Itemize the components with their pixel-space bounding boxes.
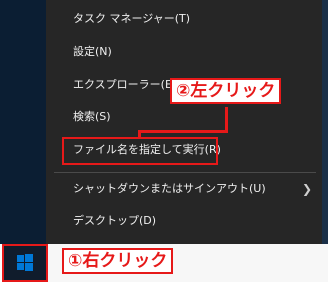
menu-separator	[54, 172, 316, 173]
menu-item-label: デスクトップ(D)	[73, 214, 157, 227]
menu-item-label: 検索(S)	[73, 110, 111, 123]
run-highlight-box	[62, 137, 218, 165]
menu-item-settings[interactable]: 設定(N)	[46, 40, 322, 64]
menu-item-label: 設定(N)	[73, 45, 112, 58]
menu-item-desktop[interactable]: デスクトップ(D)	[46, 209, 322, 233]
menu-item-label: タスク マネージャー(T)	[73, 12, 191, 25]
left-click-label: ②左クリック	[172, 80, 280, 102]
right-click-label: ①右クリック	[64, 250, 172, 272]
menu-item-search[interactable]: 検索(S)	[46, 105, 322, 129]
callout-connector-horizontal	[138, 130, 228, 133]
menu-item-task-manager[interactable]: タスク マネージャー(T)	[46, 7, 322, 31]
menu-item-shutdown[interactable]: シャットダウンまたはサインアウト(U) ❯	[46, 177, 322, 201]
start-button[interactable]	[2, 244, 48, 282]
callout-connector-vertical	[225, 107, 228, 132]
chevron-right-icon: ❯	[302, 182, 313, 196]
menu-item-label: シャットダウンまたはサインアウト(U)	[73, 182, 266, 195]
left-click-callout: ②左クリック	[170, 78, 282, 104]
callout-connector-drop	[138, 130, 141, 138]
right-click-callout: ①右クリック	[62, 248, 174, 274]
desktop-background	[0, 0, 46, 244]
desktop-background-right	[322, 0, 328, 244]
windows-logo-icon	[17, 254, 33, 271]
menu-item-label: エクスプローラー(E)	[73, 78, 177, 91]
start-context-menu: タスク マネージャー(T) 設定(N) エクスプローラー(E) 検索(S) ファ…	[46, 0, 322, 244]
